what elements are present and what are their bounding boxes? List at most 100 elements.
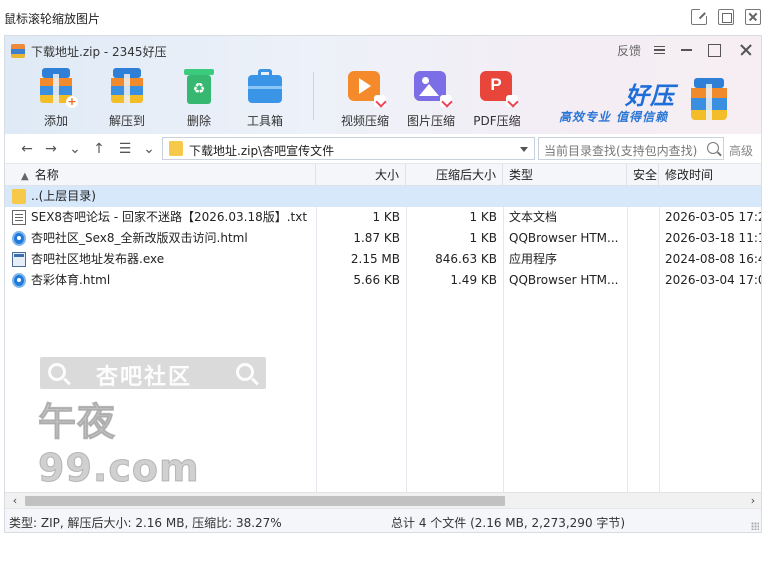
view-mode-icon[interactable]: ☰ (117, 140, 133, 158)
search-placeholder: 当前目录查找(支持包内查找) (544, 144, 698, 158)
status-bar: 类型: ZIP, 解压后大小: 2.16 MB, 压缩比: 38.27% 总计 … (5, 508, 761, 532)
add-button[interactable]: + 添加 (21, 66, 91, 128)
file-modified: 2026-03-05 17:23 (665, 210, 761, 224)
file-type: QQBrowser HTM... (509, 231, 619, 245)
file-packed-size: 846.63 KB (435, 252, 497, 266)
file-name: 杏吧社区_Sex8_全新改版双击访问.html (31, 231, 248, 245)
text-file-icon (12, 210, 26, 225)
file-size: 1.87 KB (353, 231, 400, 245)
toolbox-icon (245, 66, 285, 106)
history-dropdown-icon[interactable]: ⌄ (67, 140, 83, 158)
horizontal-scrollbar[interactable]: ‹ › (5, 492, 761, 508)
file-name: 杏吧社区地址发布器.exe (31, 252, 165, 266)
recycle-bin-icon: ♻ (179, 66, 219, 106)
table-row[interactable]: 杏吧社区地址发布器.exe 2.15 MB 846.63 KB 应用程序 202… (5, 249, 761, 270)
toolbox-button[interactable]: 工具箱 (230, 66, 300, 128)
folder-icon (12, 189, 26, 204)
address-bar: ← → ⌄ ↑ ☰ ⌄ 下载地址.zip\杏吧宣传文件 当前目录查找(支持包内查… (5, 134, 761, 164)
column-packed-size[interactable]: 压缩后大小 (406, 164, 503, 186)
video-compress-icon (345, 66, 386, 107)
scroll-left-icon[interactable]: ‹ (9, 495, 21, 507)
file-packed-size: 1 KB (469, 210, 497, 224)
application-file-icon (12, 252, 26, 267)
file-type: 文本文档 (509, 210, 558, 224)
app-title: 下载地址.zip - 2345好压 (31, 44, 167, 59)
advanced-search-button[interactable]: 高级 (729, 142, 753, 159)
search-icon[interactable] (707, 142, 719, 154)
file-name: 杏彩体育.html (31, 273, 111, 287)
file-list: ..(上层目录) SEX8杏吧论坛 - 回家不迷路【2026.03.18版】.t… (5, 186, 761, 492)
parent-directory-row[interactable]: ..(上层目录) (5, 186, 761, 207)
image-compress-icon (411, 66, 452, 107)
minimize-icon[interactable] (681, 41, 695, 59)
resize-grip-icon[interactable] (751, 522, 759, 530)
pdf-compress-icon: P (477, 66, 518, 107)
extract-button[interactable]: 解压到 (92, 66, 162, 128)
column-modified[interactable]: 修改时间 (659, 164, 761, 186)
pdf-compress-label: PDF压缩 (473, 114, 521, 128)
maximize-icon[interactable] (708, 41, 722, 59)
browser-file-icon (12, 273, 26, 288)
brand: 好压 高效专业 值得信赖 (559, 74, 759, 130)
video-compress-button[interactable]: 视频压缩 (330, 66, 400, 128)
search-input[interactable]: 当前目录查找(支持包内查找) (538, 137, 724, 160)
browser-file-icon (12, 231, 26, 246)
brand-slogan: 高效专业 值得信赖 (559, 110, 669, 124)
scrollbar-thumb[interactable] (25, 496, 505, 506)
column-size[interactable]: 大小 (316, 164, 406, 186)
delete-button[interactable]: ♻ 删除 (164, 66, 234, 128)
outer-window-title: 鼠标滚轮缩放图片 (4, 12, 101, 26)
feedback-button[interactable]: 反馈 (617, 41, 641, 59)
path-field[interactable]: 下载地址.zip\杏吧宣传文件 (162, 137, 535, 160)
column-security[interactable]: 安全 (627, 164, 659, 186)
column-type[interactable]: 类型 (503, 164, 627, 186)
delete-label: 删除 (186, 114, 211, 128)
fit-window-icon[interactable] (718, 9, 734, 25)
add-archive-icon: + (36, 66, 78, 108)
column-name[interactable]: ▲ 名称 (5, 164, 316, 186)
view-dropdown-icon[interactable]: ⌄ (141, 140, 157, 158)
image-compress-label: 图片压缩 (406, 114, 455, 128)
menu-icon[interactable] (654, 41, 668, 59)
pdf-compress-button[interactable]: P PDF压缩 (462, 66, 532, 128)
ribbon: 下载地址.zip - 2345好压 反馈 + 添加 解压到 ♻ 删除 工具箱 视… (5, 36, 761, 134)
file-size: 5.66 KB (353, 273, 400, 287)
image-compress-button[interactable]: 图片压缩 (396, 66, 466, 128)
sort-up-icon: ▲ (21, 171, 29, 182)
video-compress-label: 视频压缩 (340, 114, 389, 128)
file-type: QQBrowser HTM... (509, 273, 619, 287)
open-external-icon[interactable] (691, 9, 707, 25)
app-title-row: 下载地址.zip - 2345好压 (11, 42, 167, 60)
folder-icon (169, 141, 183, 156)
toolbox-label: 工具箱 (246, 114, 283, 128)
file-modified: 2024-08-08 16:41 (665, 252, 761, 266)
up-arrow-icon[interactable]: ↑ (91, 140, 107, 158)
brand-logo-icon (687, 78, 731, 122)
app-window: 下载地址.zip - 2345好压 反馈 + 添加 解压到 ♻ 删除 工具箱 视… (4, 35, 762, 533)
file-type: 应用程序 (509, 252, 558, 266)
extract-icon (107, 66, 147, 106)
extract-label: 解压到 (108, 114, 145, 128)
file-modified: 2026-03-04 17:08 (665, 273, 761, 287)
table-row[interactable]: 杏吧社区_Sex8_全新改版双击访问.html 1.87 KB 1 KB QQB… (5, 228, 761, 249)
close-icon[interactable] (738, 41, 754, 59)
path-text: 下载地址.zip\杏吧宣传文件 (189, 144, 335, 158)
file-list-header: ▲ 名称 大小 压缩后大小 类型 安全 修改时间 (5, 164, 761, 186)
add-label: 添加 (43, 114, 68, 128)
scroll-right-icon[interactable]: › (747, 495, 759, 507)
file-packed-size: 1 KB (469, 231, 497, 245)
file-modified: 2026-03-18 11:15 (665, 231, 761, 245)
file-size: 2.15 MB (350, 252, 400, 266)
back-arrow-icon[interactable]: ← (19, 140, 35, 158)
archive-info: 类型: ZIP, 解压后大小: 2.16 MB, 压缩比: 38.27% (9, 516, 282, 530)
file-name: ..(上层目录) (31, 189, 96, 203)
file-name: SEX8杏吧论坛 - 回家不迷路【2026.03.18版】.txt (31, 210, 308, 224)
table-row[interactable]: SEX8杏吧论坛 - 回家不迷路【2026.03.18版】.txt 1 KB 1… (5, 207, 761, 228)
file-size: 1 KB (372, 210, 400, 224)
path-dropdown-icon[interactable] (520, 147, 528, 152)
column-name-label: 名称 (34, 168, 59, 182)
app-logo-icon (11, 44, 25, 58)
forward-arrow-icon[interactable]: → (43, 140, 59, 158)
table-row[interactable]: 杏彩体育.html 5.66 KB 1.49 KB QQBrowser HTM.… (5, 270, 761, 291)
close-viewer-icon[interactable] (745, 9, 761, 25)
